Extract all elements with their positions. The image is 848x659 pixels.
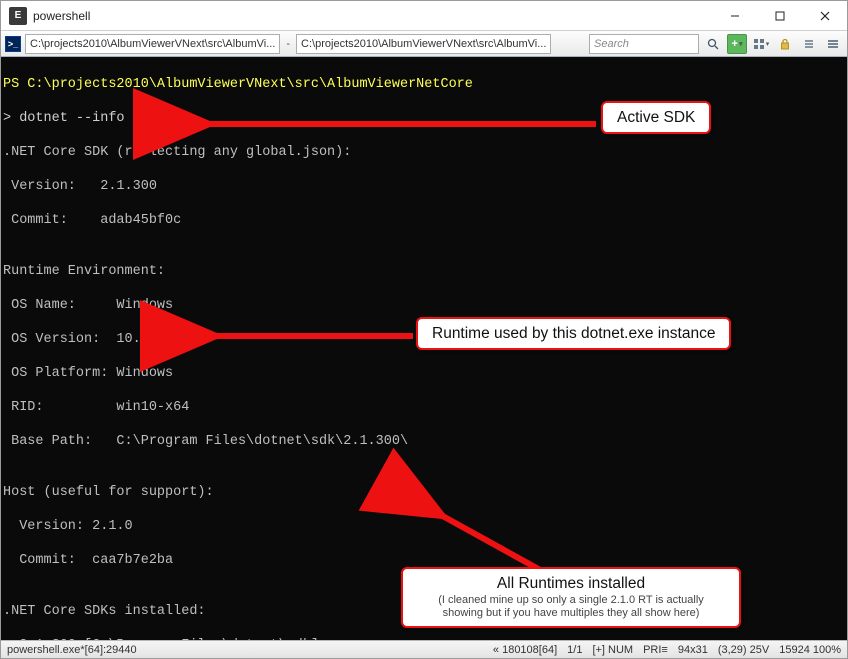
callout-text: Runtime used by this dotnet.exe instance	[432, 325, 715, 342]
maximize-button[interactable]	[757, 1, 802, 31]
menu-button[interactable]	[823, 34, 843, 54]
search-placeholder: Search	[594, 38, 629, 50]
output-line: .NET Core SDK (reflecting any global.jso…	[3, 144, 847, 161]
output-line: OS Name: Windows	[3, 297, 847, 314]
callout-text: Active SDK	[617, 109, 695, 126]
statusbar: powershell.exe*[64]:29440 « 180108[64] 1…	[1, 640, 847, 658]
output-line: OS Platform: Windows	[3, 365, 847, 382]
callout-runtime: Runtime used by this dotnet.exe instance	[416, 317, 731, 350]
list-view-button[interactable]	[799, 34, 819, 54]
layout-button[interactable]	[751, 34, 771, 54]
output-line: 2.1.300 [C:\Program Files\dotnet\sdk]	[3, 637, 847, 640]
grid-icon	[753, 38, 765, 50]
status-pri: PRI≡	[643, 644, 668, 656]
output-line: Version: 2.1.0	[3, 518, 847, 535]
minimize-icon	[730, 11, 740, 21]
status-process: powershell.exe*[64]:29440	[7, 644, 137, 656]
path-separator: -	[284, 38, 292, 50]
new-tab-button[interactable]: +	[727, 34, 747, 54]
callout-active-sdk: Active SDK	[601, 101, 711, 134]
app-icon: E	[9, 7, 27, 25]
status-num: [+] NUM	[592, 644, 633, 656]
status-page: 1/1	[567, 644, 582, 656]
output-line: Commit: adab45bf0c	[3, 212, 847, 229]
window-title: powershell	[33, 9, 712, 23]
status-dims: 94x31	[678, 644, 708, 656]
output-line: Base Path: C:\Program Files\dotnet\sdk\2…	[3, 433, 847, 450]
status-mem: 15924 100%	[779, 644, 841, 656]
close-button[interactable]	[802, 1, 847, 31]
command-line: > dotnet --info	[3, 110, 847, 127]
output-line: Host (useful for support):	[3, 484, 847, 501]
list-icon	[803, 38, 815, 50]
callout-all-runtimes: All Runtimes installed (I cleaned mine u…	[401, 567, 741, 628]
search-icon	[707, 38, 719, 50]
toolbar: >_ C:\projects2010\AlbumViewerVNext\src\…	[1, 31, 847, 57]
output-line: Version: 2.1.300	[3, 178, 847, 195]
window-controls	[712, 1, 847, 31]
path-left-input[interactable]: C:\projects2010\AlbumViewerVNext\src\Alb…	[25, 34, 280, 54]
lock-icon	[779, 38, 791, 50]
prompt-line: PS C:\projects2010\AlbumViewerVNext\src\…	[3, 76, 847, 93]
callout-subtext: (I cleaned mine up so only a single 2.1.…	[417, 594, 725, 620]
minimize-button[interactable]	[712, 1, 757, 31]
output-line: RID: win10-x64	[3, 399, 847, 416]
window-titlebar: E powershell	[1, 1, 847, 31]
maximize-icon	[775, 11, 785, 21]
status-cursor: (3,29) 25V	[718, 644, 769, 656]
close-icon	[820, 11, 830, 21]
search-input[interactable]: Search	[589, 34, 699, 54]
menu-icon	[827, 38, 839, 50]
terminal-output[interactable]: PS C:\projects2010\AlbumViewerVNext\src\…	[1, 57, 847, 640]
callout-text: All Runtimes installed	[417, 575, 725, 592]
output-line: Runtime Environment:	[3, 263, 847, 280]
path-right-input[interactable]: C:\projects2010\AlbumViewerVNext\src\Alb…	[296, 34, 551, 54]
search-button[interactable]	[703, 34, 723, 54]
status-build: « 180108[64]	[493, 644, 557, 656]
lock-button[interactable]	[775, 34, 795, 54]
powershell-icon: >_	[5, 36, 21, 52]
